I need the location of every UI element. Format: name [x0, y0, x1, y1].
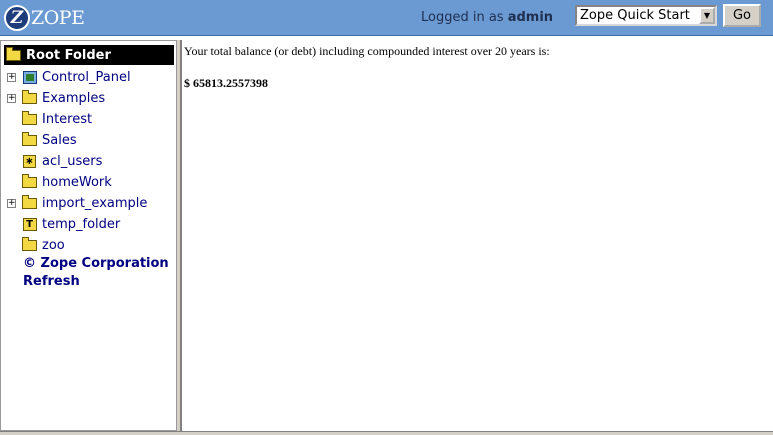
tree-item-examples[interactable]: + Examples	[7, 88, 105, 108]
quick-start-selected: Zope Quick Start	[580, 8, 690, 23]
tree-item-label[interactable]: zoo	[42, 238, 65, 253]
tree-item-control-panel[interactable]: + Control_Panel	[7, 67, 131, 87]
tree-item-homework[interactable]: homeWork	[7, 172, 112, 192]
tree-item-import-example[interactable]: + import_example	[7, 193, 147, 213]
folder-icon	[22, 110, 37, 126]
status-bar	[0, 431, 773, 435]
tree-item-label[interactable]: Control_Panel	[42, 70, 131, 85]
copyright-link[interactable]: © Zope Corporation	[23, 256, 169, 271]
main-content: Your total balance (or debt) including c…	[181, 40, 773, 431]
temp-folder-icon: T	[22, 217, 37, 231]
tree-item-temp-folder[interactable]: T temp_folder	[7, 214, 120, 234]
folder-icon	[6, 46, 21, 61]
tree-item-zoo[interactable]: zoo	[7, 235, 65, 255]
header-bar: Z ZOPE Logged in as admin Zope Quick Sta…	[0, 0, 773, 36]
folder-icon	[22, 173, 37, 189]
tree-item-label[interactable]: Sales	[42, 133, 77, 148]
login-prefix: Logged in as	[421, 10, 504, 25]
result-value: $ 65813.2557398	[184, 76, 268, 90]
tree-item-label[interactable]: homeWork	[42, 175, 112, 190]
expand-icon[interactable]: +	[7, 72, 16, 82]
zope-logo-icon: Z	[4, 5, 30, 31]
tree-item-label[interactable]: acl_users	[42, 154, 102, 169]
tree-item-interest[interactable]: Interest	[7, 109, 92, 129]
tree-item-sales[interactable]: Sales	[7, 130, 77, 150]
folder-icon	[22, 131, 37, 147]
go-button[interactable]: Go	[723, 4, 761, 27]
folder-icon	[22, 236, 37, 252]
refresh-link[interactable]: Refresh	[23, 274, 80, 289]
tree-item-label[interactable]: Interest	[42, 112, 92, 127]
login-status: Logged in as admin	[421, 10, 553, 25]
result-description: Your total balance (or debt) including c…	[184, 44, 550, 58]
folder-icon	[22, 89, 37, 105]
tree-item-acl-users[interactable]: ∗ acl_users	[7, 151, 102, 171]
tree-item-label[interactable]: Examples	[42, 91, 105, 106]
root-folder-label: Root Folder	[26, 47, 111, 63]
zope-logo-text: ZOPE	[31, 7, 85, 29]
zope-logo[interactable]: Z ZOPE	[4, 4, 85, 32]
chevron-down-icon[interactable]: ▼	[699, 7, 715, 24]
quick-start-select[interactable]: Zope Quick Start ▼	[575, 5, 717, 26]
tree-item-label[interactable]: temp_folder	[42, 217, 120, 232]
expand-icon[interactable]: +	[7, 93, 16, 103]
root-folder-item[interactable]: Root Folder	[4, 45, 174, 65]
user-folder-icon: ∗	[22, 154, 37, 168]
expand-icon[interactable]: +	[7, 198, 16, 208]
navigation-tree: Root Folder + Control_Panel + Examples I…	[0, 40, 177, 431]
username: admin	[507, 10, 554, 25]
folder-icon	[22, 194, 37, 210]
control-panel-icon	[22, 70, 37, 84]
tree-item-label[interactable]: import_example	[42, 196, 147, 211]
